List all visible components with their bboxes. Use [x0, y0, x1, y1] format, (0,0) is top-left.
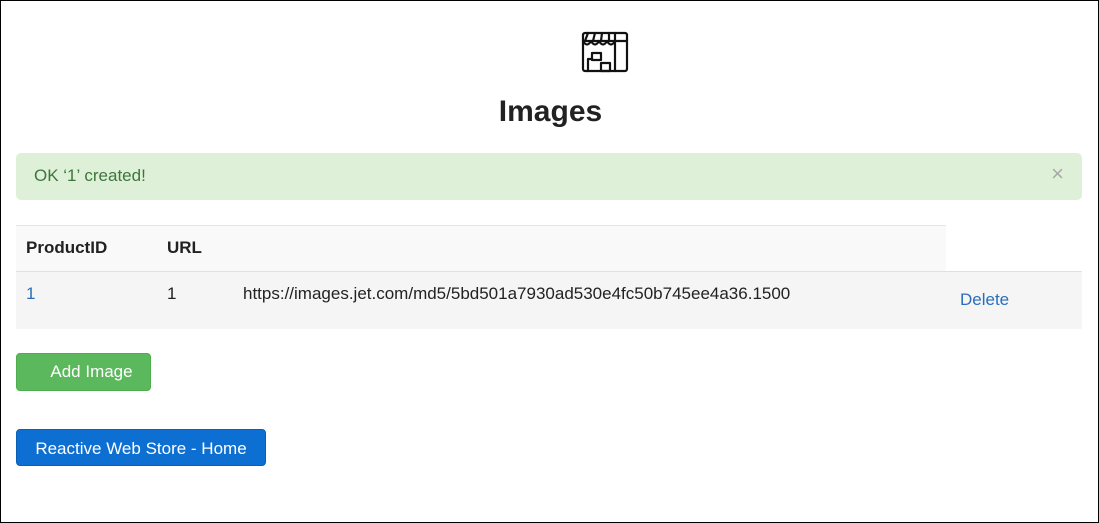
page: Images OK ‘1’ created! × ProductID URL 1… [0, 0, 1099, 523]
table-row: 1 1 https://images.jet.com/md5/5bd501a79… [16, 271, 1082, 329]
product-id-link[interactable]: 1 [26, 284, 35, 304]
table-header: ProductID URL [16, 225, 946, 272]
alert-message: OK ‘1’ created! [34, 166, 146, 185]
store-icon [581, 31, 629, 73]
delete-link[interactable]: Delete [960, 290, 1009, 310]
column-header-productid: ProductID [26, 238, 108, 257]
page-title: Images [498, 95, 603, 128]
success-alert: OK ‘1’ created! × [16, 153, 1082, 200]
image-id-cell: 1 [167, 284, 177, 303]
home-button[interactable]: Reactive Web Store - Home [16, 429, 266, 466]
close-icon[interactable]: × [1051, 153, 1064, 195]
column-header-url: URL [167, 238, 202, 257]
add-image-button[interactable]: Add Image [16, 353, 151, 391]
url-cell: https://images.jet.com/md5/5bd501a7930ad… [243, 284, 791, 303]
